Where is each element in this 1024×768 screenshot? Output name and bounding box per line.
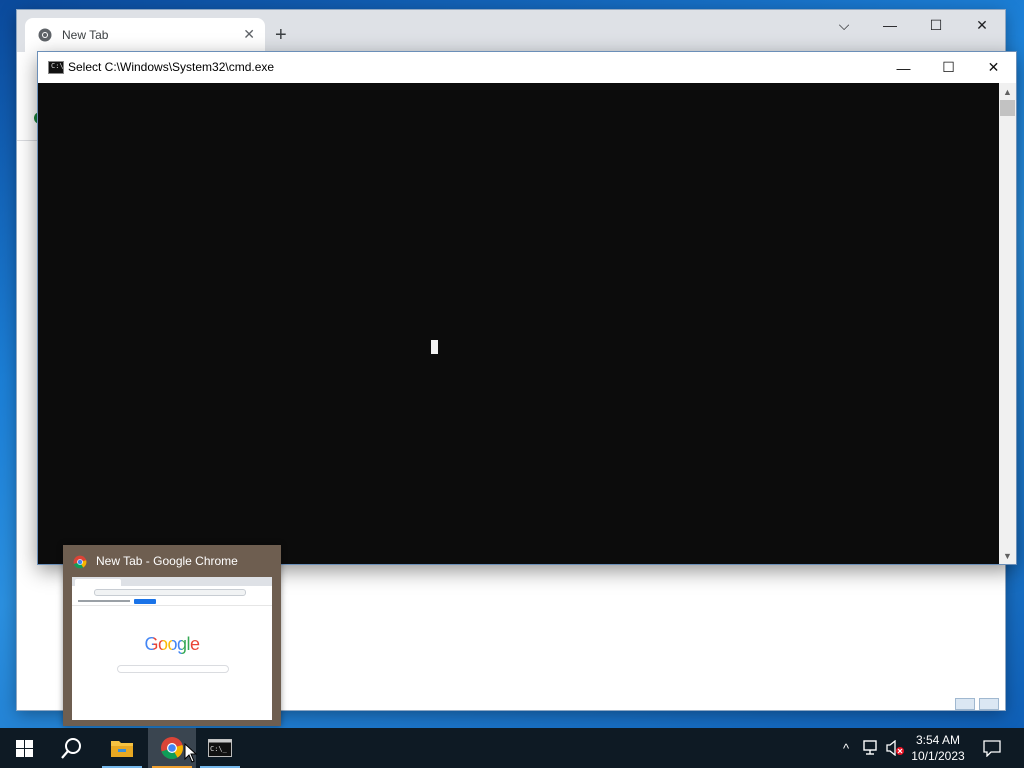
cmd-title-bar[interactable]: C:\ Select C:\Windows\System32\cmd.exe —… — [38, 52, 1016, 83]
preview-title: New Tab - Google Chrome — [96, 554, 238, 568]
notification-icon — [983, 739, 1001, 757]
cmd-window[interactable]: C:\ Select C:\Windows\System32\cmd.exe —… — [38, 52, 1016, 564]
cmd-maximize-button[interactable]: ☐ — [926, 52, 971, 83]
chrome-minimize-button[interactable]: — — [867, 10, 913, 40]
chrome-tab-title: New Tab — [62, 28, 109, 42]
cmd-window-title: Select C:\Windows\System32\cmd.exe — [68, 60, 275, 74]
thumb-omnibox — [94, 589, 246, 596]
folder-icon — [111, 741, 133, 757]
chrome-tab-new-tab[interactable]: New Tab ✕ — [25, 18, 265, 52]
network-glyph — [863, 740, 877, 755]
thumb-search-box — [117, 665, 229, 673]
action-center-button[interactable] — [976, 728, 1008, 768]
chrome-icon — [161, 737, 183, 760]
search-icon — [61, 738, 81, 759]
cmd-app-icon[interactable]: C:\ — [48, 61, 64, 74]
cmd-window-controls: — ☐ ✕ — [881, 52, 1016, 83]
taskbar: C:\_ ^ 3:54 AM 10/1/2023 — [0, 728, 1024, 768]
show-hidden-icons-chevron[interactable]: ^ — [836, 728, 856, 768]
scroll-down-icon[interactable]: ▼ — [999, 547, 1016, 564]
start-button[interactable] — [0, 728, 48, 768]
terminal-icon: C:\_ — [208, 739, 232, 757]
google-logo-text: Google — [144, 634, 200, 654]
system-clock[interactable]: 3:54 AM 10/1/2023 — [908, 732, 968, 764]
corner-button-icon[interactable] — [955, 698, 975, 710]
chrome-close-button[interactable]: ✕ — [959, 10, 1005, 40]
thumb-infobar-button — [134, 599, 156, 604]
svg-text:C:\_: C:\_ — [210, 745, 228, 753]
google-logo: Google — [72, 634, 272, 655]
scroll-up-icon[interactable]: ▲ — [999, 83, 1016, 100]
chrome-favicon-icon — [38, 28, 52, 42]
page-corner-buttons — [955, 698, 999, 710]
tab-search-button[interactable]: ⌵ — [821, 10, 867, 40]
scrollbar-thumb[interactable] — [1000, 100, 1015, 116]
speaker-glyph — [886, 740, 904, 756]
chrome-tab-strip: New Tab ✕ + ⌵ — ☐ ✕ — [17, 10, 1005, 52]
chrome-icon — [73, 555, 87, 569]
mouse-pointer-icon — [184, 743, 198, 763]
taskbar-file-explorer[interactable] — [98, 728, 146, 768]
thumb-tab — [75, 579, 121, 586]
clock-time: 3:54 AM — [915, 733, 961, 747]
cmd-minimize-button[interactable]: — — [881, 52, 926, 83]
cmd-icon-glyph: C:\ — [51, 62, 64, 70]
cmd-close-button[interactable]: ✕ — [971, 52, 1016, 83]
thumb-infobar-text — [78, 600, 130, 602]
clock-date: 10/1/2023 — [911, 749, 965, 763]
windows-logo-icon — [15, 739, 33, 757]
chrome-window-controls: ⌵ — ☐ ✕ — [821, 10, 1005, 40]
tab-close-icon[interactable]: ✕ — [243, 26, 255, 42]
network-icon[interactable] — [860, 728, 882, 768]
taskbar-thumbnail-preview[interactable]: New Tab - Google Chrome Google — [63, 545, 281, 726]
corner-button-icon[interactable] — [979, 698, 999, 710]
search-button[interactable] — [48, 728, 96, 768]
thumb-infobar — [72, 598, 272, 606]
new-tab-button[interactable]: + — [275, 24, 287, 46]
cmd-scrollbar[interactable]: ▲ ▼ — [999, 83, 1016, 564]
preview-thumbnail-image[interactable]: Google — [72, 577, 272, 720]
thumb-tab-strip — [72, 577, 272, 586]
cmd-console-area[interactable] — [38, 83, 999, 564]
taskbar-cmd[interactable]: C:\_ — [196, 728, 244, 768]
text-cursor — [431, 340, 438, 354]
volume-muted-icon[interactable] — [884, 728, 906, 768]
chrome-maximize-button[interactable]: ☐ — [913, 10, 959, 40]
